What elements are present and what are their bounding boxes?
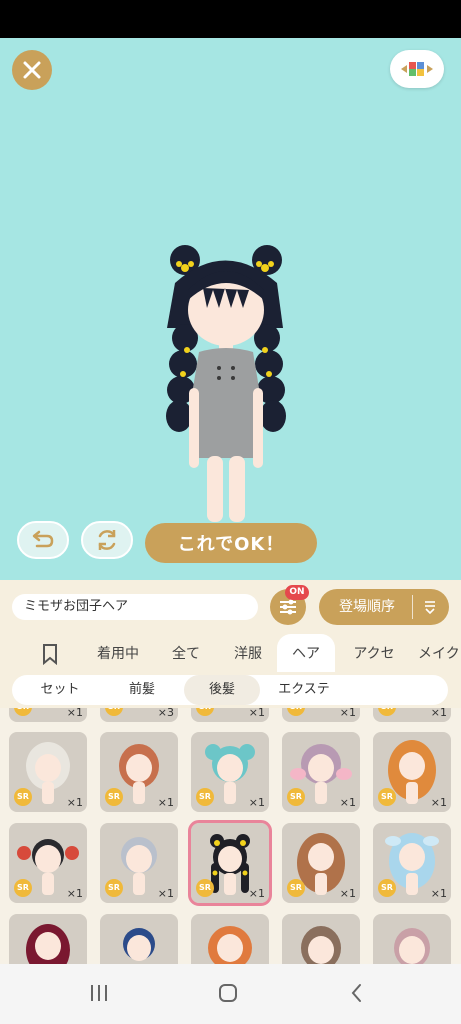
hair-thumbnail (123, 928, 155, 961)
subtab-back-hair[interactable]: 後髪 (184, 675, 260, 705)
home-icon[interactable] (217, 982, 239, 1004)
confirm-button[interactable]: これでOK！ (145, 523, 317, 563)
item-card[interactable]: SR ×1 (373, 708, 451, 722)
item-count: ×3 (157, 708, 174, 719)
item-count: ×1 (66, 887, 83, 900)
category-tabs: 着用中 全て 洋服 ヘア アクセ メイク (0, 634, 461, 672)
item-count: ×1 (430, 887, 447, 900)
rarity-badge: SR (14, 879, 32, 897)
item-count: ×1 (430, 796, 447, 809)
rarity-badge: SR (378, 788, 396, 806)
hair-subtabs: セット 前髪 後髪 エクステ (0, 672, 461, 708)
item-card[interactable] (191, 914, 269, 964)
palette-icon (401, 62, 433, 76)
item-card[interactable]: SR ×1 (9, 708, 87, 722)
item-card[interactable]: SR ×3 (100, 708, 178, 722)
avatar-stage: これでOK！ (0, 38, 461, 580)
rarity-badge: SR (14, 708, 32, 716)
item-card[interactable]: SR ×1 (100, 823, 178, 903)
hair-thumbnail (208, 926, 252, 964)
subtab-extensions[interactable]: エクステ (264, 675, 344, 705)
filter-sliders-icon (280, 599, 296, 615)
hair-thumbnail (394, 928, 430, 964)
rarity-badge: SR (287, 708, 305, 716)
hair-thumbnail (301, 926, 341, 964)
item-card[interactable]: SR ×1 (282, 823, 360, 903)
undo-icon (32, 530, 54, 548)
item-count: ×1 (66, 708, 83, 719)
tab-bookmark[interactable] (30, 634, 70, 672)
item-card[interactable]: SR ×1 (191, 708, 269, 722)
item-count: ×1 (248, 887, 265, 900)
close-button[interactable] (12, 50, 52, 90)
close-icon (23, 61, 41, 79)
sort-order-icon (425, 601, 435, 614)
tab-clothes[interactable]: 洋服 (224, 634, 272, 672)
system-nav-bar (0, 964, 461, 1024)
item-card[interactable]: SR ×1 (282, 732, 360, 812)
rotate-button[interactable] (81, 521, 133, 559)
recent-apps-icon[interactable] (88, 982, 110, 1004)
rarity-badge: SR (378, 708, 396, 716)
bookmark-icon (43, 644, 57, 666)
tab-all[interactable]: 全て (162, 634, 210, 672)
back-icon[interactable] (348, 982, 366, 1004)
rarity-badge: SR (105, 708, 123, 716)
item-count: ×1 (430, 708, 447, 719)
rarity-badge: SR (196, 788, 214, 806)
item-card[interactable]: SR ×1 (9, 823, 87, 903)
item-count: ×1 (248, 796, 265, 809)
item-count: ×1 (157, 796, 174, 809)
sort-divider (412, 595, 413, 619)
item-card[interactable]: SR ×1 (9, 732, 87, 812)
filter-on-badge: ON (285, 585, 309, 600)
sort-button[interactable]: 登場順序 (319, 589, 449, 625)
item-card[interactable]: SR ×1 (100, 732, 178, 812)
item-count: ×1 (66, 796, 83, 809)
item-card[interactable]: SR ×1 (373, 823, 451, 903)
item-count: ×1 (339, 796, 356, 809)
rarity-badge: SR (105, 788, 123, 806)
item-count: ×1 (157, 887, 174, 900)
item-count: ×1 (248, 708, 265, 719)
rarity-badge: SR (105, 879, 123, 897)
rarity-badge: SR (196, 879, 214, 897)
item-card[interactable]: SR ×1 (282, 708, 360, 722)
item-card[interactable] (100, 914, 178, 964)
item-count: ×1 (339, 887, 356, 900)
item-count: ×1 (339, 708, 356, 719)
rarity-badge: SR (287, 788, 305, 806)
undo-button[interactable] (17, 521, 69, 559)
palette-button[interactable] (390, 50, 444, 88)
tab-hair[interactable]: ヘア (277, 634, 335, 672)
item-card[interactable]: SR ×1 (373, 732, 451, 812)
rarity-badge: SR (196, 708, 214, 716)
selected-item-name: ミモザお団子ヘア (12, 594, 258, 620)
rarity-badge: SR (14, 788, 32, 806)
item-toolbar: ミモザお団子ヘア ON 登場順序 (0, 580, 461, 634)
avatar-figure (166, 245, 286, 522)
tab-accessories[interactable]: アクセ (344, 634, 404, 672)
rarity-badge: SR (287, 879, 305, 897)
item-card[interactable]: SR ×1 (191, 732, 269, 812)
item-card[interactable] (282, 914, 360, 964)
hair-thumbnail (26, 924, 70, 964)
rarity-badge: SR (378, 879, 396, 897)
status-bar (0, 0, 461, 38)
item-card[interactable] (9, 914, 87, 964)
item-card[interactable] (373, 914, 451, 964)
rotate-icon (98, 530, 116, 550)
sort-label: 登場順序 (339, 599, 395, 615)
subtab-set[interactable]: セット (22, 675, 98, 705)
tab-makeup[interactable]: メイク (418, 634, 461, 672)
tab-wearing[interactable]: 着用中 (88, 634, 148, 672)
item-card-selected[interactable]: SR ×1 (188, 820, 272, 906)
item-grid: SR×1 SR×3 SR×1 SR×1 SR×1 SR×1 SR×1 SR×1 … (0, 708, 461, 964)
subtab-bangs[interactable]: 前髪 (104, 675, 180, 705)
